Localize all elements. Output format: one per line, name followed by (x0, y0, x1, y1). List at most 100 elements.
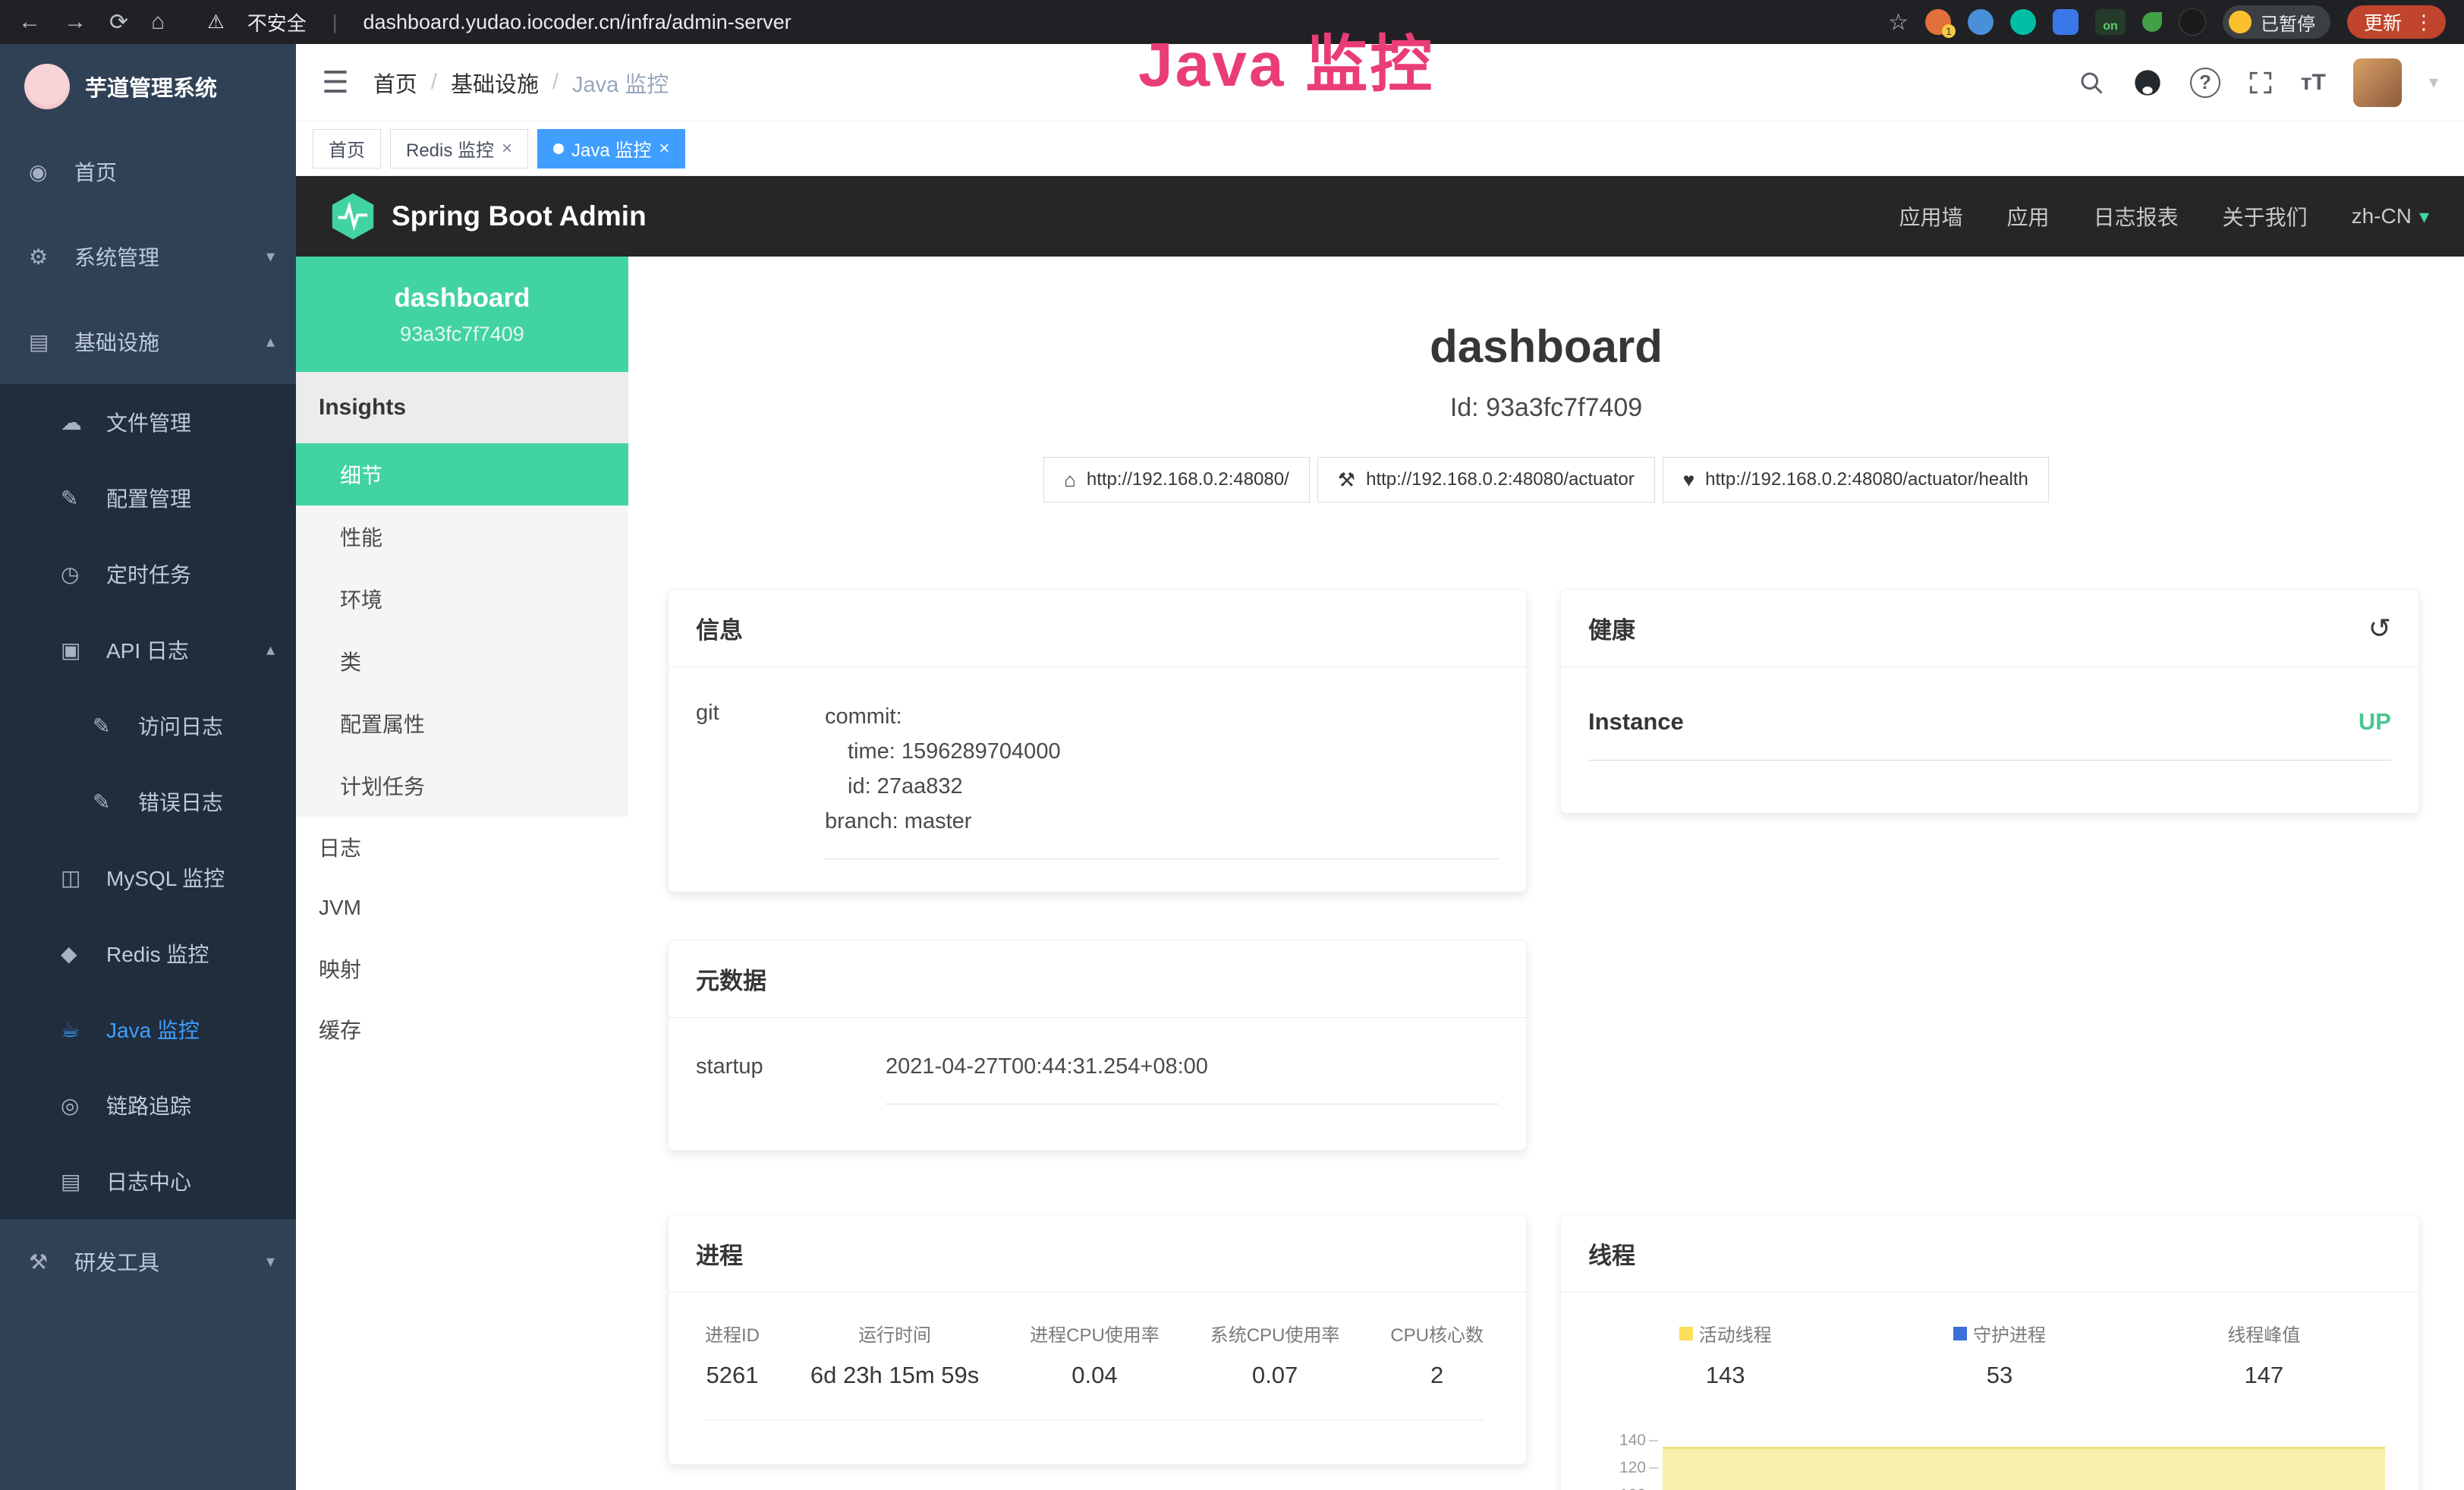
sidebar-item-file-manage[interactable]: ☁ 文件管理 (0, 384, 296, 460)
extension-icon-3[interactable] (2010, 9, 2036, 35)
health-row[interactable]: Instance UP (1588, 708, 2391, 761)
bookmark-star-icon[interactable]: ☆ (1888, 9, 1909, 36)
user-avatar[interactable] (2353, 58, 2402, 107)
font-size-icon[interactable]: тT (2301, 70, 2326, 96)
y-axis-tick-label: 120 (1619, 1459, 1646, 1477)
sba-item-logs[interactable]: 日志 (296, 817, 628, 877)
y-axis-tick-label: 100 (1619, 1486, 1646, 1490)
search-icon[interactable] (2078, 69, 2105, 96)
annotation-java-monitor: Java 监控 (1138, 14, 1434, 104)
sba-item-scheduled-tasks[interactable]: 计划任务 (296, 754, 628, 817)
sba-nav-applications[interactable]: 应用 (2007, 201, 2050, 232)
forward-icon[interactable]: → (64, 9, 87, 35)
update-label: 更新 (2364, 8, 2402, 36)
sba-item-details[interactable]: 细节 (296, 443, 628, 506)
help-icon[interactable]: ? (2190, 68, 2220, 98)
security-warning-icon[interactable]: ⚠ (207, 11, 224, 33)
legend-peak-threads: 线程峰值 147 (2227, 1320, 2300, 1389)
instance-url-link[interactable]: ⌂ http://192.168.0.2:48080/ (1043, 457, 1310, 502)
profile-paused-badge[interactable]: 已暂停 (2223, 5, 2330, 39)
chrome-update-button[interactable]: 更新 ⋮ (2347, 5, 2446, 39)
url-divider: | (332, 11, 338, 34)
sba-item-caches[interactable]: 缓存 (296, 999, 628, 1060)
sba-app-id: 93a3fc7f7409 (400, 323, 524, 346)
extension-icon-7[interactable] (2179, 8, 2206, 36)
sidebar-item-system[interactable]: ⚙ 系统管理 ▾ (0, 214, 296, 299)
wrench-icon: ⚒ (1338, 468, 1355, 492)
process-col-pid: 进程ID 5261 (705, 1320, 760, 1389)
git-id-line: id: 27aa832 (825, 769, 1499, 804)
close-icon[interactable]: × (502, 138, 512, 159)
extension-leaf-icon[interactable] (2142, 12, 2162, 32)
close-icon[interactable]: × (659, 138, 669, 159)
sba-item-jvm[interactable]: JVM (296, 877, 628, 938)
sidebar-item-label: 访问日志 (138, 710, 223, 741)
card-title: 信息 (696, 611, 743, 645)
avatar-caret-icon[interactable]: ▾ (2429, 71, 2438, 93)
column-header: 运行时间 (810, 1320, 979, 1347)
sidebar-item-log-center[interactable]: ▤ 日志中心 (0, 1143, 296, 1219)
sidebar-item-redis-monitor[interactable]: ◆ Redis 监控 (0, 915, 296, 991)
sba-item-mappings[interactable]: 映射 (296, 938, 628, 999)
extension-icon-1[interactable]: 1 (1925, 9, 1951, 35)
sidebar-item-scheduled-jobs[interactable]: ◷ 定时任务 (0, 536, 296, 612)
sidebar-item-label: API 日志 (106, 635, 189, 665)
screen: ← → ⟳ ⌂ ⚠ 不安全 | dashboard.yudao.iocoder.… (0, 0, 2464, 1490)
sidebar-item-label: 日志中心 (106, 1166, 191, 1196)
sidebar-item-java-monitor[interactable]: ☕ Java 监控 (0, 991, 296, 1067)
sba-app-header[interactable]: dashboard 93a3fc7f7409 (296, 257, 628, 372)
reload-icon[interactable]: ⟳ (109, 9, 128, 36)
sba-nav-about[interactable]: 关于我们 (2223, 201, 2308, 232)
tab-label: Redis 监控 (406, 135, 494, 162)
info-card-header: 信息 (669, 590, 1526, 667)
sba-brand-title[interactable]: Spring Boot Admin (392, 200, 647, 232)
sba-nav-journal[interactable]: 日志报表 (2094, 201, 2179, 232)
tab-java-monitor[interactable]: Java 监控 × (537, 129, 685, 169)
sidebar-item-home[interactable]: ◉ 首页 (0, 129, 296, 214)
sidebar-item-api-log[interactable]: ▣ API 日志 ▴ (0, 612, 296, 688)
log-center-icon: ▤ (61, 1169, 97, 1194)
sidebar-item-error-log[interactable]: ✎ 错误日志 (0, 764, 296, 840)
extension-on-toggle-icon[interactable]: on (2095, 9, 2126, 35)
tab-home[interactable]: 首页 (313, 129, 381, 169)
sba-locale-select[interactable]: zh-CN ▾ (2352, 204, 2429, 228)
home-icon[interactable]: ⌂ (151, 9, 165, 35)
info-card: 信息 git commit: time: 1596289704000 id: 2… (668, 589, 1527, 893)
sidebar-item-tracing[interactable]: ◎ 链路追踪 (0, 1067, 296, 1143)
sidebar-item-dev-tools[interactable]: ⚒ 研发工具 ▾ (0, 1219, 296, 1304)
github-icon[interactable] (2132, 68, 2163, 98)
metadata-card-header: 元数据 (669, 940, 1526, 1018)
breadcrumb-current: Java 监控 (572, 67, 669, 99)
sba-item-config-props[interactable]: 配置属性 (296, 692, 628, 754)
extension-icon-2[interactable] (1968, 9, 1994, 35)
chrome-menu-icon[interactable]: ⋮ (2414, 11, 2434, 34)
breadcrumb: 首页 / 基础设施 / Java 监控 (373, 67, 669, 99)
back-icon[interactable]: ← (18, 9, 41, 35)
legend-label: 线程峰值 (2227, 1320, 2300, 1347)
breadcrumb-infra[interactable]: 基础设施 (451, 67, 539, 99)
security-warning-label[interactable]: 不安全 (247, 8, 307, 36)
breadcrumb-home[interactable]: 首页 (373, 67, 417, 99)
info-key: git (696, 699, 825, 859)
tools-icon: ⚒ (29, 1249, 65, 1274)
sidebar-item-config-manage[interactable]: ✎ 配置管理 (0, 460, 296, 536)
sidebar-item-infra[interactable]: ▤ 基础设施 ▴ (0, 299, 296, 384)
sba-nav-wallboard[interactable]: 应用墙 (1899, 201, 1963, 232)
card-title: 健康 (1588, 611, 1635, 645)
history-icon[interactable]: ↺ (2368, 613, 2391, 644)
sba-item-environment[interactable]: 环境 (296, 568, 628, 630)
actuator-url-link[interactable]: ⚒ http://192.168.0.2:48080/actuator (1317, 457, 1655, 502)
sidebar-item-access-log[interactable]: ✎ 访问日志 (0, 688, 296, 764)
address-url[interactable]: dashboard.yudao.iocoder.cn/infra/admin-s… (363, 11, 791, 34)
extension-icon-4[interactable] (2053, 9, 2079, 35)
legend-value: 53 (1953, 1362, 2046, 1389)
sba-item-classes[interactable]: 类 (296, 630, 628, 692)
hamburger-icon[interactable]: ☰ (322, 65, 349, 100)
fullscreen-icon[interactable] (2248, 70, 2274, 96)
sidebar-item-mysql-monitor[interactable]: ◫ MySQL 监控 (0, 840, 296, 915)
health-url-link[interactable]: ♥ http://192.168.0.2:48080/actuator/heal… (1663, 457, 2049, 502)
sba-item-metrics[interactable]: 性能 (296, 506, 628, 568)
tab-redis-monitor[interactable]: Redis 监控 × (390, 129, 528, 169)
app-brand[interactable]: 芋道管理系统 (0, 44, 296, 129)
brand-title: 芋道管理系统 (85, 71, 217, 102)
